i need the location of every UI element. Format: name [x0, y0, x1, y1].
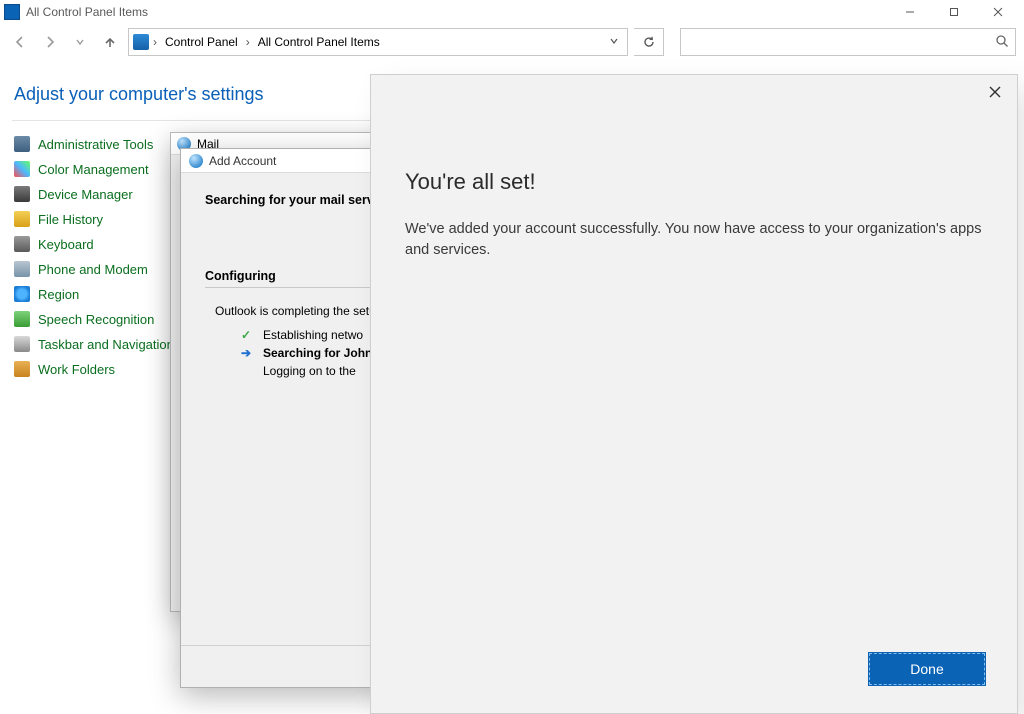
step-label: Establishing netwo [263, 328, 363, 342]
maximize-button[interactable] [932, 0, 976, 24]
forward-button[interactable] [38, 30, 62, 54]
cp-item-label: Administrative Tools [38, 137, 153, 152]
minimize-button[interactable] [888, 0, 932, 24]
all-set-modal: You're all set! We've added your account… [370, 74, 1018, 714]
cp-item-label: File History [38, 212, 103, 227]
cp-item-taskbar-navigation[interactable]: Taskbar and Navigation [14, 336, 174, 352]
done-button[interactable]: Done [869, 653, 985, 685]
step-label: Logging on to the [263, 364, 356, 378]
nav-row: › Control Panel › All Control Panel Item… [0, 24, 1024, 60]
window-titlebar: All Control Panel Items [0, 0, 1024, 24]
cp-item-color-management[interactable]: Color Management [14, 161, 174, 177]
done-button-label: Done [910, 661, 943, 677]
cp-item-label: Phone and Modem [38, 262, 148, 277]
back-button[interactable] [8, 30, 32, 54]
search-box[interactable] [680, 28, 1016, 56]
cp-item-label: Work Folders [38, 362, 115, 377]
add-account-title: Add Account [209, 154, 276, 168]
chevron-right-icon[interactable]: › [151, 35, 159, 49]
modal-body-text: We've added your account successfully. Y… [405, 219, 983, 261]
control-panel-list: Administrative Tools Color Management De… [14, 136, 174, 377]
check-icon: ✓ [239, 328, 253, 342]
device-icon [14, 186, 30, 202]
breadcrumb-seg-1[interactable]: Control Panel [161, 35, 242, 49]
refresh-button[interactable] [634, 28, 664, 56]
window-title: All Control Panel Items [26, 5, 148, 19]
phone-icon [14, 261, 30, 277]
cp-item-device-manager[interactable]: Device Manager [14, 186, 174, 202]
cp-item-label: Device Manager [38, 187, 133, 202]
cp-item-label: Taskbar and Navigation [38, 337, 174, 352]
cp-item-keyboard[interactable]: Keyboard [14, 236, 174, 252]
address-bar[interactable]: › Control Panel › All Control Panel Item… [128, 28, 628, 56]
up-button[interactable] [98, 30, 122, 54]
breadcrumb-root-icon [133, 34, 149, 50]
history-icon [14, 211, 30, 227]
cp-item-region[interactable]: Region [14, 286, 174, 302]
tools-icon [14, 136, 30, 152]
modal-title: You're all set! [405, 169, 536, 195]
search-icon[interactable] [995, 34, 1009, 51]
cp-item-label: Color Management [38, 162, 149, 177]
content-area: Adjust your computer's settings Administ… [0, 60, 1024, 714]
keyboard-icon [14, 236, 30, 252]
taskbar-icon [14, 336, 30, 352]
close-button[interactable] [976, 0, 1020, 24]
search-input[interactable] [687, 34, 995, 50]
cp-item-label: Region [38, 287, 79, 302]
breadcrumb-seg-2[interactable]: All Control Panel Items [254, 35, 384, 49]
cp-item-work-folders[interactable]: Work Folders [14, 361, 174, 377]
folder-icon [14, 361, 30, 377]
blank-icon [239, 364, 253, 378]
cp-item-speech-recognition[interactable]: Speech Recognition [14, 311, 174, 327]
cp-item-file-history[interactable]: File History [14, 211, 174, 227]
cp-item-label: Speech Recognition [38, 312, 154, 327]
modal-close-button[interactable] [981, 81, 1009, 103]
address-dropdown-button[interactable] [605, 35, 623, 49]
page-heading: Adjust your computer's settings [14, 84, 264, 105]
chevron-right-icon[interactable]: › [244, 35, 252, 49]
microphone-icon [14, 311, 30, 327]
globe-icon [14, 286, 30, 302]
cp-item-label: Keyboard [38, 237, 94, 252]
cp-item-phone-modem[interactable]: Phone and Modem [14, 261, 174, 277]
step-label: Searching for John [263, 346, 372, 360]
arrow-right-icon: ➔ [239, 346, 253, 360]
recent-locations-button[interactable] [68, 30, 92, 54]
cp-item-administrative-tools[interactable]: Administrative Tools [14, 136, 174, 152]
globe-icon [189, 154, 203, 168]
control-panel-icon [4, 4, 20, 20]
color-icon [14, 161, 30, 177]
